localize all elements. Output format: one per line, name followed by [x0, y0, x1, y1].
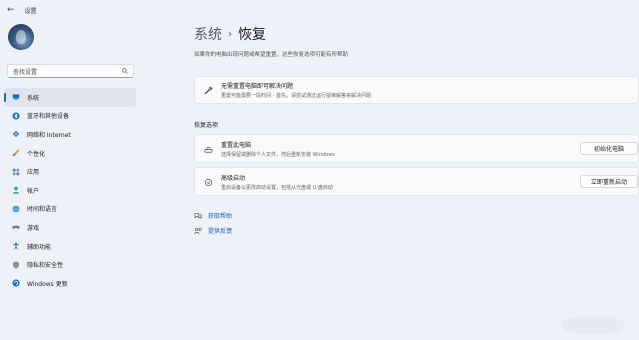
search-icon [122, 68, 128, 74]
sidebar-item-personalization[interactable]: 个性化 [4, 144, 136, 163]
sidebar-item-time-language[interactable]: 时间和语言 [4, 200, 136, 219]
sidebar-item-label: 隐私和安全性 [27, 262, 64, 270]
sidebar-item-label: 时间和语言 [27, 206, 58, 214]
sidebar-item-label: Windows 更新 [27, 280, 68, 288]
watermark-logo [561, 315, 625, 335]
reset-pc-text: 重置此电脑 选择保留或删除个人文件，然后重新安装 Windows [221, 140, 335, 158]
reset-pc-title: 重置此电脑 [221, 141, 252, 149]
sidebar-item-label: 应用 [27, 169, 40, 177]
fix-problems-desc: 重置可能需要一段时间 - 首先，请尝试通过运行疑难解答来解决问题 [221, 93, 371, 99]
sidebar-item-label: 帐户 [27, 187, 40, 195]
system-display-icon [12, 94, 20, 101]
advanced-startup-title: 高级启动 [221, 174, 246, 182]
reset-pc-card: 重置此电脑 选择保留或删除个人文件，然后重新安装 Windows 初始化电脑 [194, 134, 639, 163]
sidebar-item-label: 系统 [27, 94, 40, 102]
sidebar: 查找设置 系统 蓝牙和其他设备 网络和 Internet 个性化 应用 帐户 时… [0, 20, 140, 340]
sidebar-item-privacy[interactable]: 隐私和安全性 [4, 255, 136, 274]
sidebar-item-label: 蓝牙和其他设备 [27, 113, 70, 121]
advanced-startup-desc: 重启设备以更改启动设置，包括从光盘或 U 盘启动 [221, 184, 333, 191]
wrench-icon [204, 86, 213, 95]
fix-problems-text: 无需重置电脑即可解决问题 重置可能需要一段时间 - 首先，请尝试通过运行疑难解答… [221, 81, 371, 99]
title-bar: ← 设置 [0, 0, 639, 20]
sidebar-item-label: 辅助功能 [27, 243, 52, 251]
help-icon [194, 212, 202, 219]
shield-icon [12, 261, 20, 269]
avatar[interactable] [8, 24, 34, 50]
sidebar-item-windows-update[interactable]: Windows 更新 [4, 274, 136, 293]
sidebar-item-bluetooth[interactable]: 蓝牙和其他设备 [4, 107, 136, 126]
sidebar-nav: 系统 蓝牙和其他设备 网络和 Internet 个性化 应用 帐户 时间和语言 … [4, 88, 136, 293]
sidebar-item-label: 个性化 [27, 150, 46, 158]
advanced-startup-icon [204, 178, 213, 187]
accessibility-icon [13, 242, 19, 250]
breadcrumb-parent[interactable]: 系统 [194, 24, 222, 44]
get-help-label: 获取帮助 [208, 213, 233, 220]
page-subtitle: 如果你的电脑出现问题或希望重置，这些恢复选项可能有所帮助 [194, 52, 349, 58]
section-heading: 恢复选项 [194, 122, 219, 129]
breadcrumb-separator: › [228, 28, 232, 40]
get-help-link[interactable]: 获取帮助 [194, 211, 232, 220]
search-input[interactable]: 查找设置 [7, 64, 134, 78]
feedback-label: 提供反馈 [208, 228, 233, 235]
fix-problems-title: 无需重置电脑即可解决问题 [221, 83, 294, 90]
bluetooth-icon [12, 112, 20, 120]
sidebar-item-label: 游戏 [27, 224, 40, 232]
feedback-link[interactable]: 提供反馈 [194, 226, 232, 235]
sidebar-item-system[interactable]: 系统 [4, 88, 136, 107]
advanced-startup-card: 高级启动 重启设备以更改启动设置，包括从光盘或 U 盘启动 立即重新启动 [194, 167, 639, 196]
restart-now-button[interactable]: 立即重新启动 [580, 175, 638, 188]
feedback-icon [194, 227, 202, 234]
globe-clock-icon [12, 205, 20, 213]
gamepad-icon [12, 226, 20, 230]
main-content: 系统 › 恢复 如果你的电脑出现问题或希望重置，这些恢复选项可能有所帮助 无需重… [194, 20, 639, 340]
sidebar-item-label: 网络和 Internet [27, 131, 71, 139]
back-arrow-icon[interactable]: ← [7, 5, 15, 15]
windows-update-icon [12, 279, 20, 287]
fix-problems-card[interactable]: 无需重置电脑即可解决问题 重置可能需要一段时间 - 首先，请尝试通过运行疑难解答… [194, 76, 639, 104]
sidebar-item-network[interactable]: 网络和 Internet [4, 125, 136, 144]
advanced-startup-text: 高级启动 重启设备以更改启动设置，包括从光盘或 U 盘启动 [221, 173, 333, 191]
apps-icon [12, 168, 20, 175]
reset-pc-desc: 选择保留或删除个人文件，然后重新安装 Windows [221, 151, 335, 158]
breadcrumb: 系统 › 恢复 [194, 24, 266, 44]
window-title: 设置 [24, 7, 37, 15]
reset-pc-button[interactable]: 初始化电脑 [580, 142, 638, 155]
sidebar-item-accounts[interactable]: 帐户 [4, 181, 136, 200]
network-icon [12, 131, 20, 138]
search-placeholder: 查找设置 [13, 68, 38, 76]
sidebar-item-apps[interactable]: 应用 [4, 162, 136, 181]
account-icon [12, 187, 20, 194]
sidebar-item-gaming[interactable]: 游戏 [4, 218, 136, 237]
page-title: 恢复 [238, 27, 266, 43]
paintbrush-icon [12, 149, 20, 157]
reset-pc-icon [204, 146, 213, 153]
sidebar-item-accessibility[interactable]: 辅助功能 [4, 237, 136, 256]
